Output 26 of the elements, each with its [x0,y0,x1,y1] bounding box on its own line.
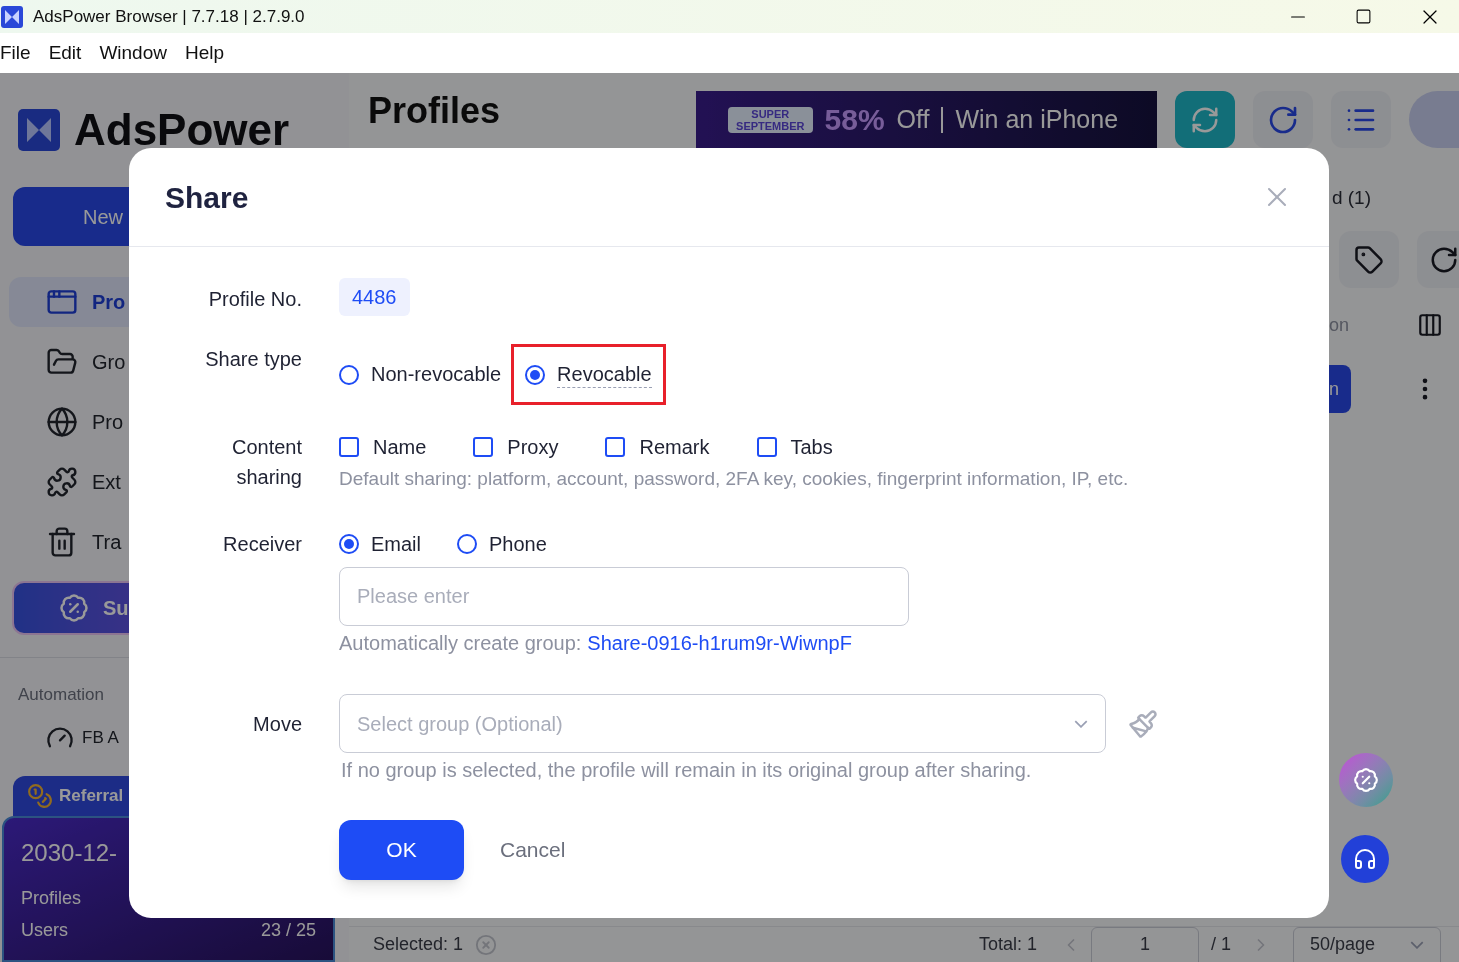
logo-text: AdsPower [74,106,290,154]
page-title: Profiles [368,88,501,133]
page-total: / 1 [1211,933,1231,956]
plan-label: Users [21,920,68,940]
section-heading: Automation [18,684,105,706]
plan-value: 23 / 25 [260,920,316,940]
field-label: Profile No. [207,287,302,312]
profile-number-badge: 4486 [339,278,410,316]
hint-text: Default sharing: platform, account, password, 2FA key, cookies, fingerprint information, IP, etc. [339,467,1129,491]
hint-text: If no group is selected, the profile will remain in its original group after sharing. [341,758,1033,783]
field-label: Share type [204,347,302,372]
window-title: AdsPower Browser | 7.7.18 | 2.7.9.0 [33,5,305,28]
plan-date: 2030-12- [21,838,119,868]
total-count: Total: 1 [978,933,1037,956]
banner-text: Off [896,103,930,135]
column-header: on [1329,313,1350,337]
field-label: Content sharing [230,435,302,490]
banner-text: Win an iPhone [955,103,1119,135]
plan-label: Profiles [21,888,82,908]
banner-badge-text: SEPTEMBER [736,119,805,132]
selected-count: Selected: 1 [373,933,464,956]
note-text: Automatically create group: [339,631,582,656]
field-label: Receiver [222,532,302,557]
banner-discount: 58% [824,102,885,138]
field-label: Move [252,712,302,737]
banner-badge-text: SUPER [751,107,790,120]
